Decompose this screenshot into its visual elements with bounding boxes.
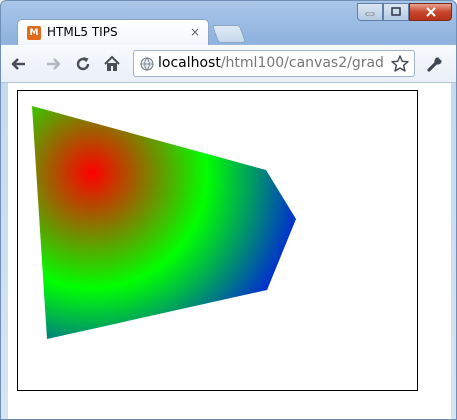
tab-title: HTML5 TIPS	[47, 25, 118, 39]
page-content	[8, 83, 451, 419]
favicon-icon: M	[27, 26, 41, 40]
title-bar: M HTML5 TIPS ×	[1, 1, 456, 46]
address-bar[interactable]: localhost/html100/canvas2/grad	[133, 50, 415, 77]
maximize-icon	[391, 7, 401, 16]
window-controls	[357, 3, 452, 22]
star-icon[interactable]	[390, 54, 410, 74]
wrench-button[interactable]	[425, 54, 445, 74]
url-text[interactable]: localhost/html100/canvas2/grad	[158, 55, 386, 71]
back-button[interactable]	[9, 54, 29, 74]
home-button[interactable]	[102, 54, 122, 74]
reload-button[interactable]	[73, 54, 93, 74]
minimize-icon	[365, 12, 375, 16]
tab-close-icon[interactable]: ×	[190, 25, 200, 39]
gradient-polygon-drawing	[32, 106, 296, 339]
minimize-button[interactable]	[357, 3, 383, 21]
globe-icon	[140, 57, 154, 71]
url-host: localhost	[158, 55, 221, 71]
browser-window: M HTML5 TIPS × localhost/html100/canvas2…	[0, 0, 457, 420]
browser-tab[interactable]: M HTML5 TIPS ×	[17, 19, 209, 46]
reload-icon	[76, 57, 90, 71]
canvas	[17, 90, 418, 391]
gradient-polygon	[32, 106, 296, 339]
close-button[interactable]	[409, 3, 452, 21]
forward-button[interactable]	[43, 54, 63, 74]
navigation-toolbar: localhost/html100/canvas2/grad	[1, 45, 456, 83]
maximize-button[interactable]	[383, 3, 409, 21]
url-path: /html100/canvas2/grad	[220, 55, 384, 71]
back-arrow-icon	[11, 58, 25, 70]
home-icon	[104, 55, 120, 71]
forward-arrow-icon	[47, 58, 61, 70]
wrench-icon	[427, 56, 443, 72]
new-tab-button[interactable]	[211, 25, 247, 43]
close-icon	[425, 7, 436, 17]
